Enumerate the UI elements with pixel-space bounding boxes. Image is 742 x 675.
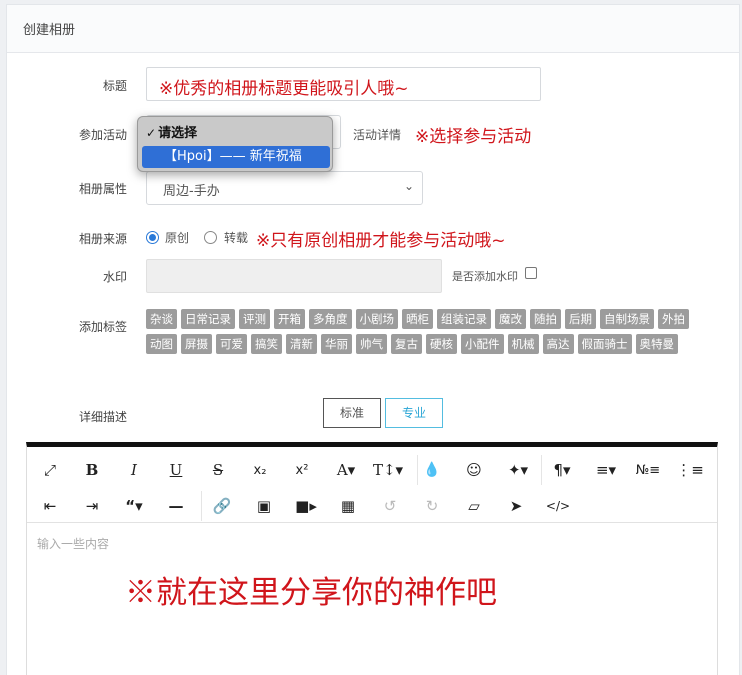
tag-item[interactable]: 高达 [542,334,574,354]
tags-label: 添加标签 [78,320,127,334]
undo-icon[interactable]: ↺ [371,490,409,522]
property-select[interactable]: 周边-手办 ⌄ [146,171,423,205]
tag-item[interactable]: 日常记录 [181,309,235,329]
redo-icon[interactable]: ↻ [413,490,451,522]
tag-item[interactable]: 搞笑 [251,334,282,354]
quote-icon[interactable]: “▾ [115,490,153,522]
italic-icon[interactable]: I [115,454,153,486]
tag-item[interactable]: 复古 [391,334,422,354]
ordered-list-icon[interactable]: №≡ [629,454,667,486]
watermark-check-label: 是否添加水印 [452,270,518,283]
image-icon[interactable]: ▣ [245,490,283,522]
tag-item[interactable]: 机械 [507,334,539,354]
activity-option[interactable]: ✓ 请选择 [138,122,332,144]
tag-item[interactable]: 小剧场 [355,309,398,329]
source-label: 相册来源 [78,232,127,246]
magic-icon[interactable]: ✦▾ [499,454,537,486]
source-original-radio[interactable] [146,231,159,244]
strikethrough-icon[interactable]: S [199,454,237,486]
description-label: 详细描述 [78,410,127,424]
rich-text-editor: ⤢ B I U S x₂ x² A▾ T↕▾ 💧 ☺ ✦▾ ¶▾ ≡▾ №≡ ⋮… [26,442,718,675]
title-label: 标题 [102,79,127,93]
tag-item[interactable]: 组装记录 [437,309,491,329]
checkmark-icon: ✓ [146,126,157,140]
tag-item[interactable]: 随拍 [530,309,561,329]
tag-item[interactable]: 奥特曼 [635,334,678,354]
color-icon[interactable]: 💧 [413,454,451,486]
activity-dropdown-menu: ✓ 请选择 【Hpoi】—— 新年祝福 [137,116,333,172]
editor-hint: ※就在这里分享你的神作吧 [125,575,497,611]
tag-item[interactable]: 外拍 [658,309,689,329]
tag-item[interactable]: 多角度 [309,309,352,329]
emoji-icon[interactable]: ☺ [455,454,493,486]
paragraph-icon[interactable]: ¶▾ [543,454,581,486]
source-original-label: 原创 [165,231,190,245]
link-icon[interactable]: 🔗 [203,490,241,522]
activity-label: 参加活动 [78,128,127,142]
source-hint: ※只有原创相册才能参与活动哦~ [256,231,506,251]
activity-hint: ※选择参与活动 [415,127,532,147]
activity-detail-link[interactable]: 活动详情 [353,126,401,143]
activity-option[interactable]: 【Hpoi】—— 新年祝福 [142,146,330,168]
property-value: 周边-手办 [163,184,220,199]
tag-item[interactable]: 自制场景 [600,309,654,329]
pro-mode-button[interactable]: 专业 [385,398,443,428]
property-label: 相册属性 [78,182,127,196]
chevron-down-icon: ⌄ [403,179,414,193]
font-size-icon[interactable]: A▾ [327,454,365,486]
horizontal-rule-icon[interactable]: — [157,490,195,522]
editor-content-area[interactable]: 输入一些内容 ※就在这里分享你的神作吧 [27,523,717,675]
eraser-icon[interactable]: ▱ [455,490,493,522]
editor-toolbar: ⤢ B I U S x₂ x² A▾ T↕▾ 💧 ☺ ✦▾ ¶▾ ≡▾ №≡ ⋮… [27,447,717,523]
select-icon[interactable]: ➤ [497,490,535,522]
watermark-input[interactable] [146,259,442,293]
title-hint: ※优秀的相册标题更能吸引人哦~ [159,79,409,99]
title-input[interactable]: ※优秀的相册标题更能吸引人哦~ [146,67,541,101]
tag-item[interactable]: 杂谈 [146,309,177,329]
tag-item[interactable]: 动图 [146,334,177,354]
tag-item[interactable]: 后期 [565,309,596,329]
text-height-icon[interactable]: T↕▾ [369,454,407,486]
underline-icon[interactable]: U [157,454,195,486]
tag-item[interactable]: 可爱 [216,334,247,354]
editor-placeholder: 输入一些内容 [37,537,110,551]
watermark-label: 水印 [102,270,127,284]
tag-item[interactable]: 魔改 [495,309,526,329]
tag-item[interactable]: 帅气 [356,334,387,354]
outdent-icon[interactable]: ⇤ [31,490,69,522]
tag-item[interactable]: 假面骑士 [577,334,632,354]
tag-item[interactable]: 小配件 [461,334,504,354]
bold-icon[interactable]: B [73,454,111,486]
indent-icon[interactable]: ⇥ [73,490,111,522]
fullscreen-icon[interactable]: ⤢ [31,454,69,486]
panel-header: 创建相册 [7,5,739,53]
tag-item[interactable]: 开箱 [274,309,305,329]
table-icon[interactable]: ▦ [329,490,367,522]
tag-item[interactable]: 清新 [286,334,317,354]
source-repost-radio[interactable] [204,231,217,244]
tag-item[interactable]: 评测 [239,309,270,329]
code-view-icon[interactable]: </> [539,490,577,522]
align-icon[interactable]: ≡▾ [587,454,625,486]
tag-item[interactable]: 晒柜 [402,309,433,329]
standard-mode-button[interactable]: 标准 [323,398,381,428]
video-icon[interactable]: ■▸ [287,490,325,522]
subscript-icon[interactable]: x₂ [241,454,279,486]
source-repost-label: 转载 [224,231,249,245]
toolbar-divider [201,491,202,521]
tag-item[interactable]: 硬核 [426,334,457,354]
unordered-list-icon[interactable]: ⋮≡ [671,454,709,486]
tag-item[interactable]: 华丽 [321,334,352,354]
page-title: 创建相册 [23,23,76,38]
tag-list: 杂谈 日常记录 评测 开箱 多角度 小剧场 晒柜 组装记录 魔改 随拍 后期 自制场景 外拍动图 屏摄 可爱… [146,309,716,359]
watermark-checkbox[interactable] [525,267,537,279]
superscript-icon[interactable]: x² [283,454,321,486]
tag-item[interactable]: 屏摄 [181,334,212,354]
toolbar-divider [541,455,542,485]
